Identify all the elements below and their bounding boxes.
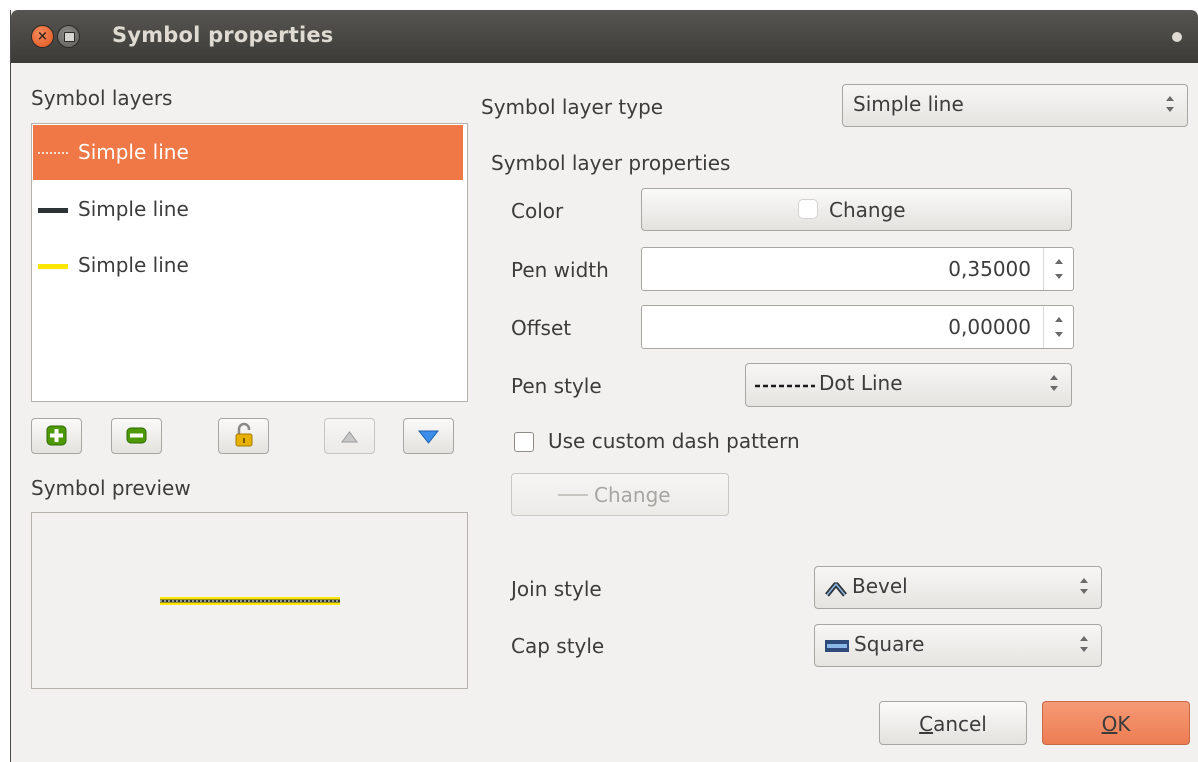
layer-item-1[interactable]: Simple line <box>33 125 463 180</box>
layer-item-label: Simple line <box>78 253 189 277</box>
remove-layer-button[interactable] <box>111 418 162 454</box>
symbol-layer-type-select[interactable]: Simple line <box>842 84 1188 127</box>
layer-item-3[interactable]: Simple line <box>33 238 463 293</box>
title-bar[interactable]: × Symbol properties <box>11 10 1198 63</box>
cancel-button[interactable]: Cancel <box>879 701 1027 745</box>
minus-icon <box>126 427 147 444</box>
symbol-preview-area <box>31 512 468 689</box>
lock-layer-button[interactable] <box>218 418 269 454</box>
offset-value: 0,00000 <box>948 315 1031 339</box>
color-swatch-icon <box>798 199 818 219</box>
pen-width-label: Pen width <box>511 258 609 282</box>
spin-arrows-icon[interactable] <box>1043 306 1073 348</box>
pen-width-spinbox[interactable]: 0,35000 <box>641 247 1074 291</box>
ok-button[interactable]: OK <box>1042 701 1190 745</box>
bevel-join-icon <box>825 582 847 597</box>
move-layer-up-button[interactable] <box>324 418 375 454</box>
pen-style-label: Pen style <box>511 374 602 398</box>
window-menu-dot-icon[interactable] <box>1172 32 1182 42</box>
color-change-button[interactable]: Change <box>641 188 1072 231</box>
solid-line-swatch-icon <box>38 264 68 269</box>
plus-icon <box>46 425 67 446</box>
cap-style-label: Cap style <box>511 634 605 658</box>
dot-line-pattern-icon <box>755 384 815 388</box>
preview-line-icon <box>160 597 340 605</box>
dash-pattern-change-button[interactable]: Change <box>511 473 729 516</box>
cancel-button-label: Cancel <box>919 712 987 736</box>
dash-pattern-swatch-icon <box>558 494 588 496</box>
cap-style-select[interactable]: Square <box>814 624 1102 667</box>
symbol-layer-properties-heading: Symbol layer properties <box>491 151 731 175</box>
chevron-updown-icon <box>1079 577 1089 595</box>
square-cap-icon <box>825 640 849 652</box>
spin-arrows-icon[interactable] <box>1043 248 1073 290</box>
symbol-properties-dialog: × Symbol properties Symbol layers Simple… <box>10 10 1198 762</box>
offset-spinbox[interactable]: 0,00000 <box>641 305 1074 349</box>
use-custom-dash-checkbox[interactable] <box>514 432 534 452</box>
layer-item-label: Simple line <box>78 197 189 221</box>
color-label: Color <box>511 199 564 223</box>
triangle-up-icon <box>341 431 358 443</box>
close-icon[interactable]: × <box>32 26 53 47</box>
window-title: Symbol properties <box>112 23 334 47</box>
symbol-layers-label: Symbol layers <box>31 86 173 110</box>
move-layer-down-button[interactable] <box>403 418 454 454</box>
chevron-updown-icon <box>1165 95 1175 113</box>
add-layer-button[interactable] <box>31 418 82 454</box>
join-style-select[interactable]: Bevel <box>814 566 1102 609</box>
pen-width-value: 0,35000 <box>948 257 1031 281</box>
triangle-down-icon <box>417 430 440 444</box>
chevron-updown-icon <box>1049 374 1059 392</box>
ok-button-label: OK <box>1101 712 1131 736</box>
join-style-value: Bevel <box>852 574 908 598</box>
symbol-preview-label: Symbol preview <box>31 476 191 500</box>
cap-style-value: Square <box>854 632 925 656</box>
use-custom-dash-label[interactable]: Use custom dash pattern <box>548 429 800 453</box>
unlocked-padlock-icon <box>235 422 253 447</box>
pen-style-value: Dot Line <box>819 371 903 395</box>
maximize-icon[interactable] <box>58 26 79 47</box>
chevron-updown-icon <box>1079 635 1089 653</box>
solid-line-swatch-icon <box>38 208 68 213</box>
dot-line-swatch-icon <box>38 152 68 154</box>
symbol-layer-type-value: Simple line <box>853 92 964 116</box>
join-style-label: Join style <box>511 577 602 601</box>
symbol-layers-list[interactable]: Simple line Simple line Simple line <box>31 123 468 402</box>
offset-label: Offset <box>511 316 572 340</box>
layer-item-2[interactable]: Simple line <box>33 182 463 237</box>
symbol-layer-type-label: Symbol layer type <box>481 95 664 119</box>
dash-pattern-change-label: Change <box>594 483 671 507</box>
color-change-label: Change <box>829 198 906 222</box>
pen-style-select[interactable]: Dot Line <box>745 363 1072 407</box>
layer-item-label: Simple line <box>78 140 189 164</box>
